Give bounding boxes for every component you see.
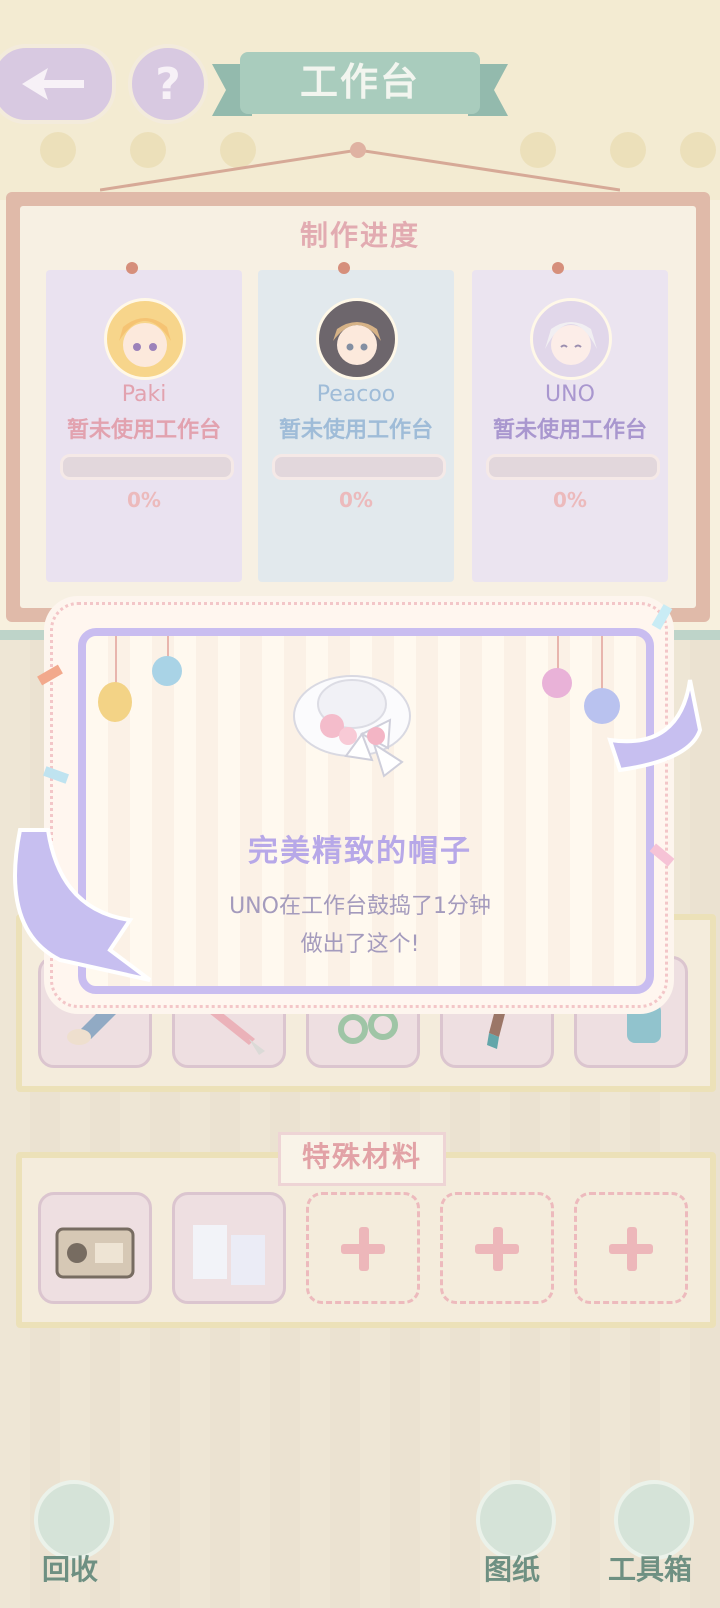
ornament-string <box>115 636 117 686</box>
item-description-line1: UNO在工作台鼓捣了1分钟 <box>229 894 491 919</box>
hat-icon <box>293 675 411 778</box>
ornament-icon <box>98 682 132 722</box>
item-name: 完美精致的帽子 <box>248 834 472 869</box>
ornament-icon <box>152 656 182 686</box>
ornament-icon <box>542 668 572 698</box>
ornament-icon <box>584 688 620 724</box>
ribbon-right <box>607 679 703 773</box>
ornament-string <box>557 636 559 670</box>
item-description-line2: 做出了这个! <box>300 932 420 957</box>
ornament-string <box>601 636 603 690</box>
